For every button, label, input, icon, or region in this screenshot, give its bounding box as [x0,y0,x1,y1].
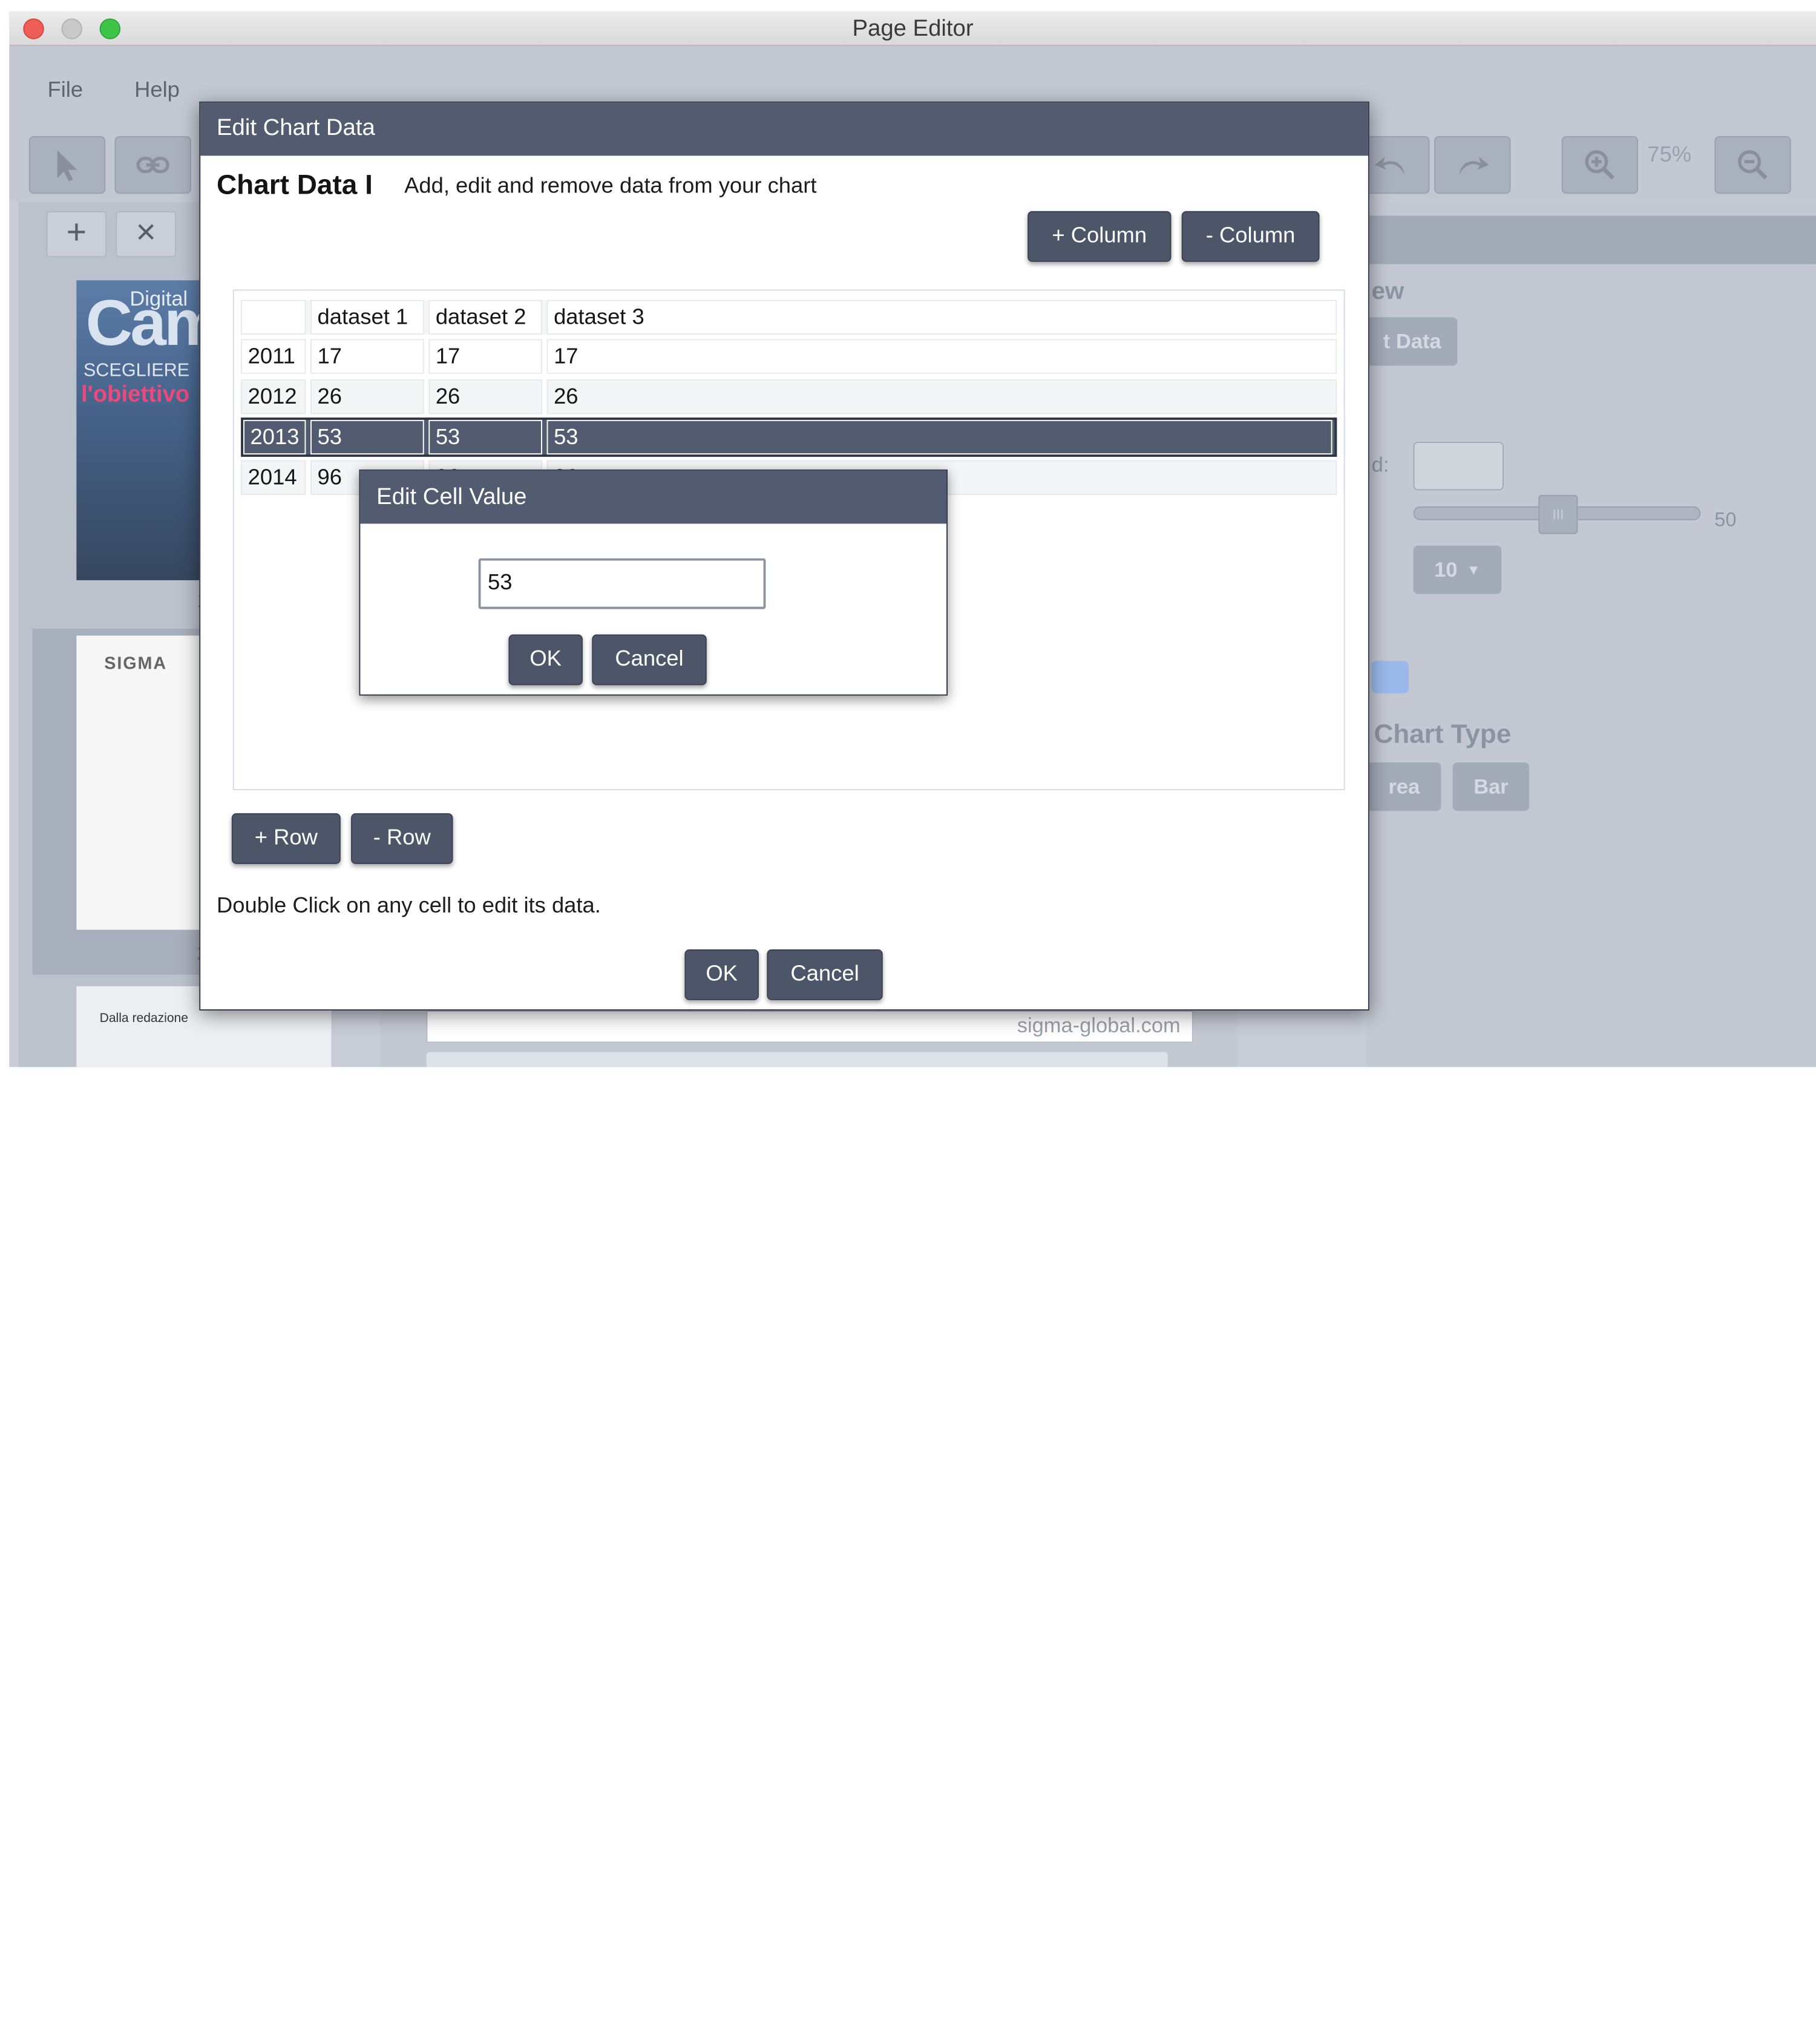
canvas-url: sigma-global.com [1017,1014,1181,1037]
undo-icon [1375,157,1405,175]
table-header-cell [241,300,306,335]
add-row-button[interactable]: + Row [231,813,341,864]
cell-value-input[interactable]: 53 [478,558,766,609]
add-column-button[interactable]: + Column [1028,211,1172,262]
menu-file[interactable]: File [47,79,83,104]
edit-cell-title: Edit Cell Value [360,470,947,524]
properties-panel: ew t Data d: III 50 10 ▼ Chart Type rea B… [1366,201,1816,1067]
edit-cell-value-dialog: Edit Cell Value 53 OK Cancel [359,469,948,696]
cover-title: Cam [85,286,214,359]
dialog-cancel-button[interactable]: Cancel [767,949,883,1000]
table-cell-selected[interactable]: 53 [310,419,424,455]
horizontal-scrollbar[interactable] [426,1052,1168,1067]
edit-hint: Double Click on any cell to edit its dat… [216,894,601,919]
link-tool-button[interactable] [114,136,191,194]
table-header-cell: dataset 1 [310,300,424,335]
menu-help[interactable]: Help [134,79,180,104]
pages-panel: + × Digital Cam SCEGLIERE l'obiettivo 1 … [18,201,332,1067]
edit-chart-data-button[interactable]: t Data [1366,317,1458,366]
zoom-level: 75% [1647,143,1692,168]
select-tool-button[interactable] [28,136,106,194]
page3-heading: Dalla redazione [99,1011,188,1026]
page-thumbnail-2-sheet [76,635,218,930]
table-cell[interactable]: 26 [546,379,1337,414]
remove-column-button[interactable]: - Column [1181,211,1320,262]
table-cell-selected[interactable]: 53 [428,419,542,455]
redo-icon [1459,157,1489,175]
field-label: d: [1371,453,1389,477]
table-cell[interactable]: 2012 [241,379,306,414]
table-cell-selected[interactable]: 2013 [243,419,306,455]
size-dropdown[interactable]: 10 ▼ [1413,545,1502,594]
dialog-title: Edit Chart Data [200,102,1368,156]
table-cell[interactable]: 17 [546,339,1337,374]
sigma-logo: SIGMA [104,653,168,674]
add-page-button[interactable]: + [46,211,107,258]
zoom-in-button[interactable] [1561,136,1638,194]
table-cell[interactable]: 26 [428,379,542,414]
cover-line: SCEGLIERE [83,361,190,381]
slider-value: 50 [1714,508,1737,531]
properties-header [1366,215,1816,264]
chart-type-area-button[interactable]: rea [1366,762,1441,811]
zoom-out-button[interactable] [1714,136,1791,194]
canvas-bottom: sigma-global.com [379,1006,1237,1067]
table-cell[interactable]: 2014 [241,460,306,495]
table-cell[interactable]: 2011 [241,339,306,374]
title-bar: Page Editor [9,11,1816,47]
table-header-cell: dataset 2 [428,300,542,335]
window-title: Page Editor [852,16,974,42]
arrow-pointer-icon [57,150,77,182]
color-swatch[interactable] [1371,661,1409,693]
table-cell[interactable]: 17 [428,339,542,374]
dropdown-value: 10 [1434,557,1458,581]
plus-icon: + [66,213,87,252]
chart-type-label: Chart Type [1374,718,1512,749]
dialog-ok-button[interactable]: OK [684,949,759,1000]
cover-headline: l'obiettivo [81,382,190,407]
table-cell[interactable]: 26 [310,379,424,414]
page-editor-window: Page Editor File Help 75% + × Digital Ca… [9,11,1816,1067]
dialog-heading: Chart Data I [216,169,373,201]
edit-cell-ok-button[interactable]: OK [508,634,583,686]
property-input[interactable] [1413,442,1504,491]
table-cell[interactable]: 17 [310,339,424,374]
dialog-subtitle: Add, edit and remove data from your char… [404,174,817,198]
edit-cell-cancel-button[interactable]: Cancel [592,634,707,686]
redo-button[interactable] [1434,136,1511,194]
close-icon: × [136,213,156,252]
chevron-down-icon: ▼ [1466,562,1481,578]
link-icon [136,157,169,174]
zoom-out-icon [1738,150,1768,180]
canvas-page: sigma-global.com [426,1011,1193,1043]
delete-page-button[interactable]: × [116,211,176,258]
chart-type-bar-button[interactable]: Bar [1452,762,1530,811]
zoom-in-icon [1585,150,1614,180]
remove-row-button[interactable]: - Row [351,813,453,864]
page-thumbnail-1[interactable]: Digital Cam SCEGLIERE l'obiettivo [76,280,214,580]
slider-thumb[interactable]: III [1538,494,1578,534]
table-header-cell: dataset 3 [546,300,1337,335]
table-cell-selected[interactable]: 53 [546,419,1332,455]
page-thumbnail-2[interactable]: SIGMA [32,628,218,975]
section-heading: ew [1371,278,1405,305]
